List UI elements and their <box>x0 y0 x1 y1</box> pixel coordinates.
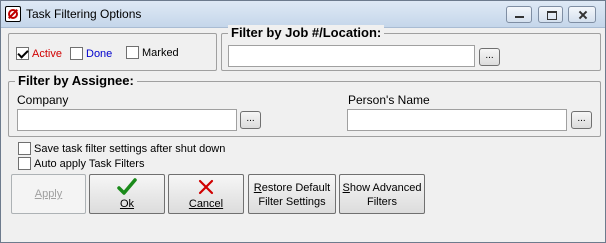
title-bar[interactable]: Task Filtering Options <box>1 1 605 28</box>
company-browse-button[interactable]: ... <box>240 111 261 129</box>
done-label: Done <box>86 47 113 60</box>
done-checkbox[interactable] <box>70 47 83 60</box>
maximize-button[interactable] <box>538 6 563 23</box>
advanced-line1: Show Advanced <box>342 182 422 194</box>
assignee-filter-title: Filter by Assignee: <box>15 73 137 88</box>
restore-line1: Restore Default <box>253 182 331 194</box>
company-label: Company <box>17 93 69 107</box>
assignee-filter-group: Filter by Assignee: Company ... Person's… <box>8 73 601 137</box>
restore-defaults-button[interactable]: Restore Default Filter Settings <box>248 174 336 214</box>
apply-label: Apply <box>34 188 63 200</box>
person-browse-button[interactable]: ... <box>571 111 592 129</box>
job-filter-group: Filter by Job #/Location: ... <box>221 25 601 71</box>
marked-label: Marked <box>142 46 179 59</box>
auto-apply-label: Auto apply Task Filters <box>34 157 145 170</box>
cancel-label: Cancel <box>188 198 224 210</box>
advanced-line1-mnemonic: S <box>342 182 350 194</box>
active-checkbox-row[interactable]: Active <box>16 47 62 60</box>
job-location-input[interactable] <box>228 45 475 67</box>
person-name-label: Person's Name <box>348 93 430 107</box>
show-advanced-filters-button[interactable]: Show Advanced Filters <box>339 174 425 214</box>
company-input[interactable] <box>17 109 237 131</box>
save-settings-checkbox[interactable] <box>18 142 31 155</box>
advanced-line2: Filters <box>367 196 397 208</box>
close-button[interactable] <box>568 6 596 23</box>
show-advanced-label: Show Advanced Filters <box>340 181 424 209</box>
person-name-input[interactable] <box>347 109 567 131</box>
checkmark-icon <box>90 178 164 198</box>
x-icon <box>169 178 243 198</box>
job-filter-title: Filter by Job #/Location: <box>228 25 385 40</box>
task-filtering-dialog: Task Filtering Options Active Done Marke… <box>0 0 606 243</box>
active-checkbox[interactable] <box>16 47 29 60</box>
ok-button[interactable]: Ok <box>89 174 165 214</box>
marked-checkbox[interactable] <box>126 46 139 59</box>
active-label: Active <box>32 47 62 60</box>
auto-apply-checkbox[interactable] <box>18 157 31 170</box>
done-checkbox-row[interactable]: Done <box>70 47 112 60</box>
app-icon <box>5 6 21 22</box>
job-browse-button[interactable]: ... <box>479 48 500 66</box>
auto-apply-option[interactable]: Auto apply Task Filters <box>18 157 144 170</box>
cancel-button[interactable]: Cancel <box>168 174 244 214</box>
save-settings-label: Save task filter settings after shut dow… <box>34 142 226 155</box>
restore-line1-mnemonic: R <box>253 182 262 194</box>
window-title: Task Filtering Options <box>26 7 142 21</box>
ok-label: Ok <box>119 198 135 210</box>
save-settings-option[interactable]: Save task filter settings after shut dow… <box>18 142 225 155</box>
status-filter-group: Active Done Marked <box>8 33 217 71</box>
marked-checkbox-row[interactable]: Marked <box>126 46 179 59</box>
apply-button[interactable]: Apply <box>11 174 86 214</box>
restore-line2: Filter Settings <box>258 196 326 208</box>
restore-defaults-label: Restore Default Filter Settings <box>249 181 335 209</box>
minimize-button[interactable] <box>506 6 532 23</box>
